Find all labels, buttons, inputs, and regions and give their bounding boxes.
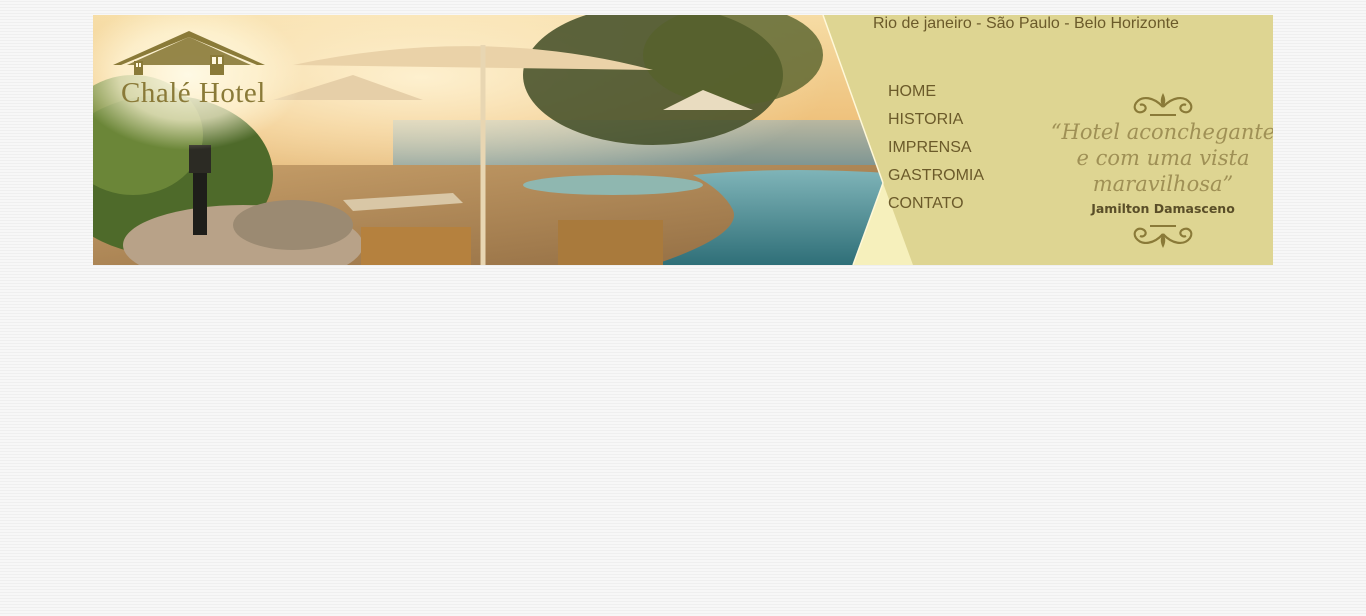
nav-item-gastromia: GASTROMIA (888, 165, 984, 193)
nav-item-imprensa: IMPRENSA (888, 137, 984, 165)
nav-link-imprensa[interactable]: IMPRENSA (888, 139, 972, 156)
flourish-bottom-icon (1133, 225, 1193, 248)
main-nav: HOME HISTORIA IMPRENSA GASTROMIA CONTATO (888, 81, 984, 221)
nav-link-historia[interactable]: HISTORIA (888, 111, 963, 128)
nav-link-contato[interactable]: CONTATO (888, 195, 964, 212)
location-text: Rio de janeiro - São Paulo - Belo Horizo… (873, 15, 1179, 32)
nav-item-home: HOME (888, 81, 984, 109)
quote-text: “Hotel aconchegante e com uma vista mara… (1050, 120, 1273, 196)
testimonial-quote: “Hotel aconchegante e com uma vista mara… (1048, 91, 1273, 250)
flourish-top-icon (1133, 93, 1193, 116)
nav-link-gastromia[interactable]: GASTROMIA (888, 167, 984, 184)
house-roof-icon (113, 31, 265, 75)
nav-link-home[interactable]: HOME (888, 83, 936, 100)
nav-item-contato: CONTATO (888, 193, 984, 221)
hotel-logo[interactable]: Chalé Hotel (99, 21, 279, 121)
quote-author: Jamilton Damasceno (1091, 201, 1235, 216)
header-banner: Chalé Hotel Rio de janeiro - São Paulo -… (93, 15, 1273, 265)
nav-item-historia: HISTORIA (888, 109, 984, 137)
logo-text: Chalé Hotel (121, 77, 266, 109)
